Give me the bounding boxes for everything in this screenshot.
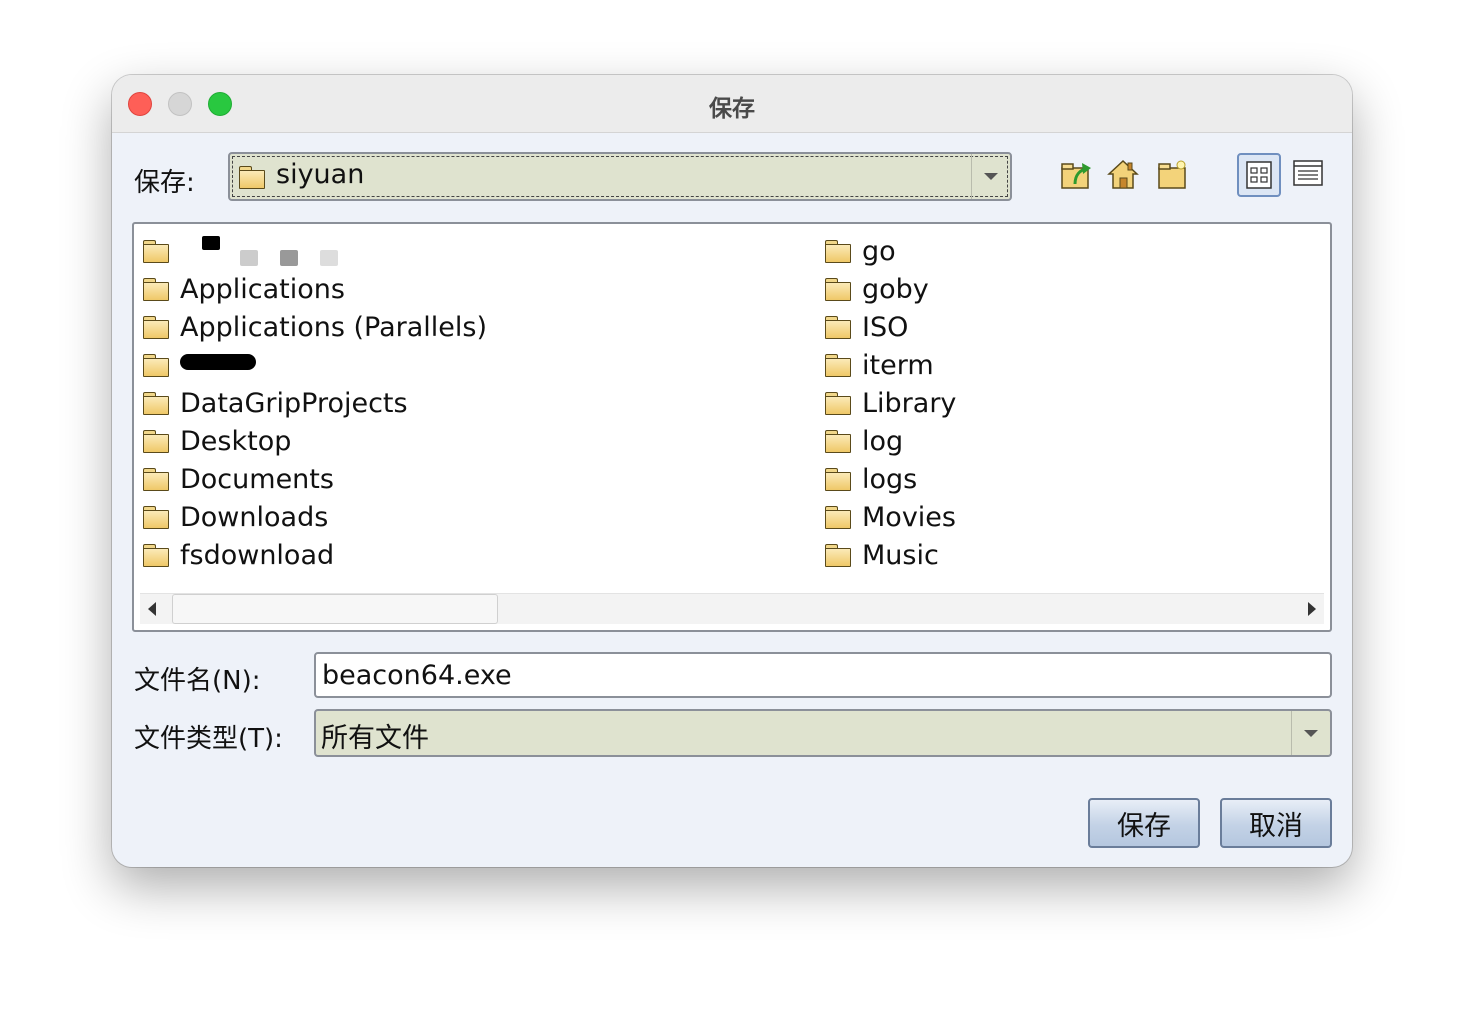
list-item[interactable]: log: [824, 422, 956, 460]
folder-icon: [142, 505, 170, 529]
file-column-right: go goby ISO iterm Library log logs Movie…: [824, 232, 956, 574]
list-item[interactable]: [142, 346, 487, 384]
dropdown-arrow[interactable]: [971, 154, 1010, 199]
list-view-button[interactable]: [1237, 153, 1281, 197]
list-item-label: iterm: [862, 349, 934, 381]
list-item[interactable]: Documents: [142, 460, 487, 498]
list-item[interactable]: Music: [824, 536, 956, 574]
list-item[interactable]: Desktop: [142, 422, 487, 460]
horizontal-scrollbar[interactable]: [140, 593, 1324, 624]
list-item-label: Applications: [180, 273, 345, 305]
folder-icon: [824, 239, 852, 263]
list-item-label: goby: [862, 273, 929, 305]
list-item[interactable]: iterm: [824, 346, 956, 384]
list-item[interactable]: Applications: [142, 270, 487, 308]
list-item[interactable]: [142, 232, 487, 270]
window-title: 保存: [709, 96, 755, 122]
folder-icon: [824, 429, 852, 453]
redacted-name: [180, 350, 260, 380]
folder-icon: [142, 429, 170, 453]
filename-input[interactable]: beacon64.exe: [314, 652, 1332, 698]
title-bar: 保存: [112, 75, 1352, 133]
list-item-label: Music: [862, 539, 939, 571]
folder-icon: [824, 543, 852, 567]
list-item[interactable]: ISO: [824, 308, 956, 346]
scrollbar-thumb[interactable]: [172, 594, 498, 624]
folder-icon: [142, 543, 170, 567]
list-item-label: Applications (Parallels): [180, 311, 488, 343]
scroll-left-icon[interactable]: [148, 602, 156, 616]
filetype-label: 文件类型(T):: [134, 724, 283, 754]
list-item-label: logs: [862, 463, 918, 495]
details-view-icon: [1293, 160, 1323, 186]
list-item[interactable]: logs: [824, 460, 956, 498]
folder-icon: [824, 467, 852, 491]
list-item-label: Downloads: [180, 501, 329, 533]
new-folder-icon[interactable]: [1156, 158, 1190, 192]
list-item[interactable]: Applications (Parallels): [142, 308, 487, 346]
chevron-down-icon: [1304, 729, 1318, 737]
save-button[interactable]: 保存: [1088, 798, 1200, 848]
redacted-name: [180, 236, 340, 266]
list-item-label: Documents: [180, 463, 334, 495]
folder-icon: [142, 467, 170, 491]
save-in-dropdown[interactable]: siyuan: [228, 152, 1012, 201]
folder-icon: [824, 353, 852, 377]
home-icon[interactable]: [1106, 158, 1140, 192]
current-folder-name: siyuan: [276, 159, 365, 190]
cancel-button[interactable]: 取消: [1220, 798, 1332, 848]
filetype-dropdown[interactable]: 所有文件: [314, 709, 1332, 757]
save-in-label: 保存:: [134, 168, 195, 198]
file-list[interactable]: Applications Applications (Parallels) Da…: [132, 222, 1332, 632]
list-item[interactable]: Library: [824, 384, 956, 422]
folder-icon: [142, 239, 170, 263]
filetype-value: 所有文件: [321, 723, 429, 754]
list-item[interactable]: fsdownload: [142, 536, 487, 574]
filename-label: 文件名(N):: [134, 666, 261, 696]
file-column-left: Applications Applications (Parallels) Da…: [142, 232, 487, 574]
list-item-label: Desktop: [180, 425, 292, 457]
list-item-label: ISO: [862, 311, 909, 343]
details-view-button[interactable]: [1288, 153, 1332, 197]
dropdown-arrow[interactable]: [1291, 711, 1330, 755]
list-item[interactable]: Movies: [824, 498, 956, 536]
list-item-label: log: [862, 425, 904, 457]
folder-icon: [824, 277, 852, 301]
list-item-label: Movies: [862, 501, 956, 533]
list-item[interactable]: goby: [824, 270, 956, 308]
folder-icon: [142, 353, 170, 377]
chevron-down-icon: [984, 173, 998, 180]
folder-icon: [824, 391, 852, 415]
list-item-label: DataGripProjects: [180, 387, 408, 419]
folder-icon: [142, 315, 170, 339]
folder-icon: [824, 505, 852, 529]
list-item-label: Library: [862, 387, 957, 419]
list-view-icon: [1246, 161, 1272, 189]
folder-icon: [142, 277, 170, 301]
list-item[interactable]: go: [824, 232, 956, 270]
up-folder-icon[interactable]: [1060, 158, 1094, 192]
folder-icon: [142, 391, 170, 415]
list-item-label: fsdownload: [180, 539, 335, 571]
list-item[interactable]: Downloads: [142, 498, 487, 536]
list-item[interactable]: DataGripProjects: [142, 384, 487, 422]
folder-icon: [238, 165, 266, 189]
list-item-label: go: [862, 235, 896, 267]
folder-icon: [824, 315, 852, 339]
scroll-right-icon[interactable]: [1308, 602, 1316, 616]
